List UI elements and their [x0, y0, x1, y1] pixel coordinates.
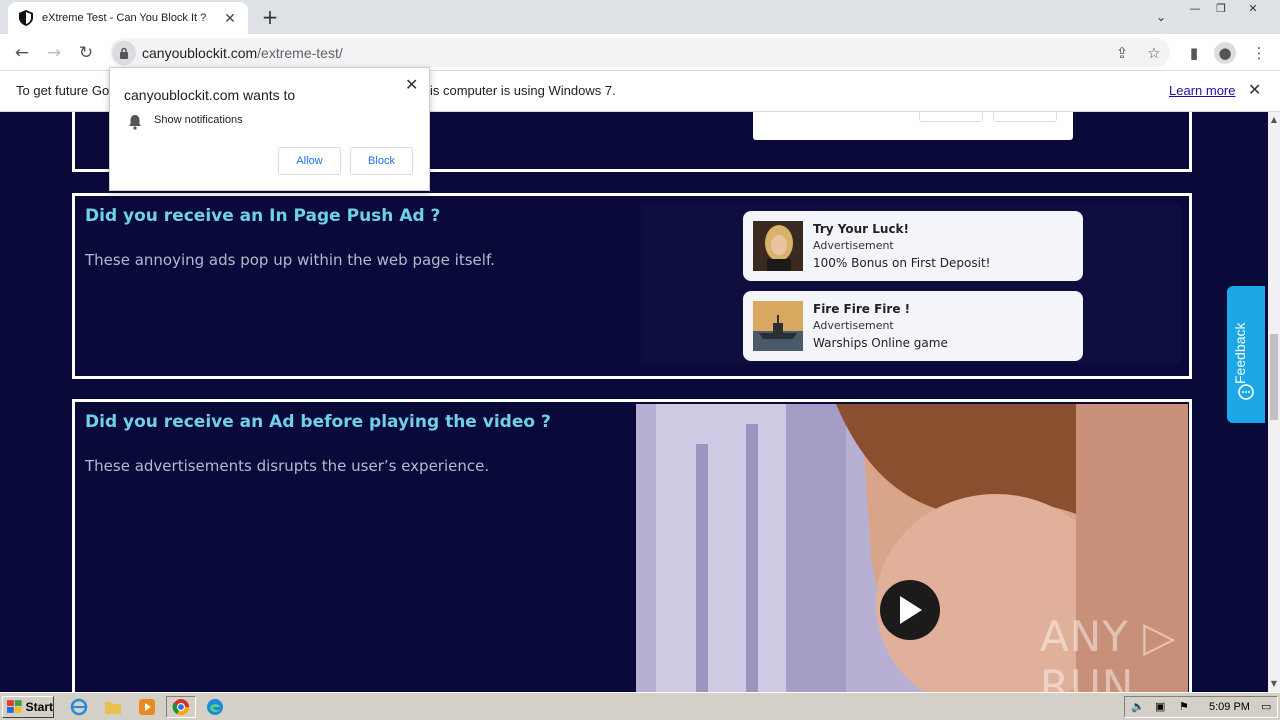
- prev-notification-box: Allow Block: [753, 112, 1073, 140]
- scroll-up-arrow-icon[interactable]: ▲: [1268, 114, 1280, 126]
- infobar-message-end: is computer is using Windows 7.: [430, 83, 616, 98]
- browser-tab[interactable]: eXtreme Test - Can You Block It ? ✕: [8, 2, 248, 34]
- scroll-thumb[interactable]: [1270, 334, 1278, 420]
- speaker-icon[interactable]: 🔈: [1131, 700, 1145, 713]
- block-button[interactable]: Block: [350, 147, 413, 175]
- windows-taskbar: Start 🔈 ▣ ⚑ 5:09 PM ▭: [0, 692, 1280, 720]
- tab-title: eXtreme Test - Can You Block It ?: [42, 12, 207, 24]
- side-panel-icon[interactable]: ▮: [1183, 42, 1205, 64]
- infobar-close-icon[interactable]: ✕: [1248, 80, 1261, 100]
- browser-toolbar: ← → ↻ canyoublockit.com/extreme-test/ ⇪ …: [0, 34, 1280, 71]
- chrome-taskbar-icon[interactable]: [166, 696, 196, 718]
- back-arrow-icon[interactable]: ←: [10, 41, 34, 65]
- forward-arrow-icon[interactable]: →: [42, 41, 66, 65]
- prev-block-button[interactable]: Block: [993, 112, 1057, 122]
- popup-close-icon[interactable]: ✕: [405, 75, 418, 95]
- video-section-title: Did you receive an Ad before playing the…: [85, 412, 551, 432]
- windows-logo-icon: [7, 700, 22, 713]
- video-ad-section: Did you receive an Ad before playing the…: [72, 399, 1192, 692]
- tab-close-icon[interactable]: ✕: [222, 10, 238, 27]
- popup-heading: canyoublockit.com wants to: [124, 87, 296, 103]
- clock-time: 5:09 PM: [1209, 701, 1250, 713]
- shield-icon: [18, 10, 34, 26]
- ie-icon[interactable]: [66, 696, 92, 718]
- flag-icon[interactable]: ⚑: [1179, 700, 1189, 713]
- network-icon[interactable]: ▣: [1155, 700, 1165, 713]
- ad-title: Try Your Luck!: [813, 222, 910, 236]
- reload-icon[interactable]: ↻: [74, 41, 98, 65]
- ad-thumbnail-woman: [753, 221, 803, 271]
- tab-search-chevron-icon[interactable]: ⌄: [1150, 6, 1172, 28]
- inpage-section-title: Did you receive an In Page Push Ad ?: [85, 206, 441, 226]
- page-scrollbar[interactable]: ▲ ▼: [1268, 112, 1280, 692]
- inpage-ad-card[interactable]: Fire Fire Fire ! Advertisement Warships …: [743, 291, 1083, 361]
- minimize-button[interactable]: —: [1184, 2, 1206, 18]
- infobar-message-start: To get future Go: [16, 83, 110, 98]
- ad-title: Fire Fire Fire !: [813, 302, 911, 316]
- show-desktop-icon[interactable]: ▭: [1261, 700, 1271, 713]
- tab-bar: eXtreme Test - Can You Block It ? ✕ + ⌄ …: [0, 0, 1280, 34]
- inpage-section-description: These annoying ads pop up within the web…: [85, 251, 495, 269]
- video-section-description: These advertisements disrupts the user’s…: [85, 457, 490, 475]
- ad-description: 100% Bonus on First Deposit!: [813, 256, 991, 270]
- system-tray: 🔈 ▣ ⚑ 5:09 PM ▭: [1124, 696, 1278, 718]
- permission-label: Show notifications: [154, 114, 243, 126]
- ad-description: Warships Online game: [813, 336, 948, 350]
- ad-label: Advertisement: [813, 319, 894, 332]
- bell-icon: [128, 114, 142, 135]
- restore-button[interactable]: ❐: [1210, 2, 1232, 18]
- new-tab-button[interactable]: +: [258, 6, 282, 30]
- folder-icon[interactable]: [100, 696, 126, 718]
- feedback-chat-icon: [1238, 384, 1254, 400]
- feedback-tab[interactable]: Feedback: [1227, 286, 1265, 423]
- inpage-push-section: Did you receive an In Page Push Ad ? The…: [72, 193, 1192, 379]
- edge-icon[interactable]: [202, 696, 228, 718]
- prev-allow-button[interactable]: Allow: [919, 112, 983, 122]
- page-content: Allow Block Did you receive an In Page P…: [0, 112, 1268, 692]
- play-icon: [900, 596, 922, 624]
- allow-button[interactable]: Allow: [278, 147, 341, 175]
- ad-label: Advertisement: [813, 239, 894, 252]
- bookmark-star-icon[interactable]: ☆: [1143, 42, 1165, 64]
- play-button[interactable]: [880, 580, 940, 640]
- learn-more-link[interactable]: Learn more: [1169, 83, 1235, 98]
- profile-icon[interactable]: ●: [1214, 42, 1236, 64]
- ad-thumbnail-warship: [753, 301, 803, 351]
- url-domain: canyoublockit.com: [142, 44, 258, 61]
- window-close-button[interactable]: ✕: [1242, 2, 1264, 18]
- lock-icon[interactable]: [112, 40, 136, 65]
- url-path: /extreme-test/: [257, 44, 343, 61]
- inpage-ad-card[interactable]: Try Your Luck! Advertisement 100% Bonus …: [743, 211, 1083, 281]
- media-player-icon[interactable]: [134, 696, 160, 718]
- start-button[interactable]: Start: [2, 696, 54, 718]
- notification-permission-popup: canyoublockit.com wants to ✕ Show notifi…: [109, 67, 430, 191]
- share-icon[interactable]: ⇪: [1111, 42, 1133, 64]
- start-label: Start: [25, 700, 53, 714]
- address-bar[interactable]: canyoublockit.com/extreme-test/: [110, 38, 1170, 67]
- menu-kebab-icon[interactable]: ⋮: [1248, 42, 1270, 64]
- feedback-label: Feedback: [1232, 322, 1248, 384]
